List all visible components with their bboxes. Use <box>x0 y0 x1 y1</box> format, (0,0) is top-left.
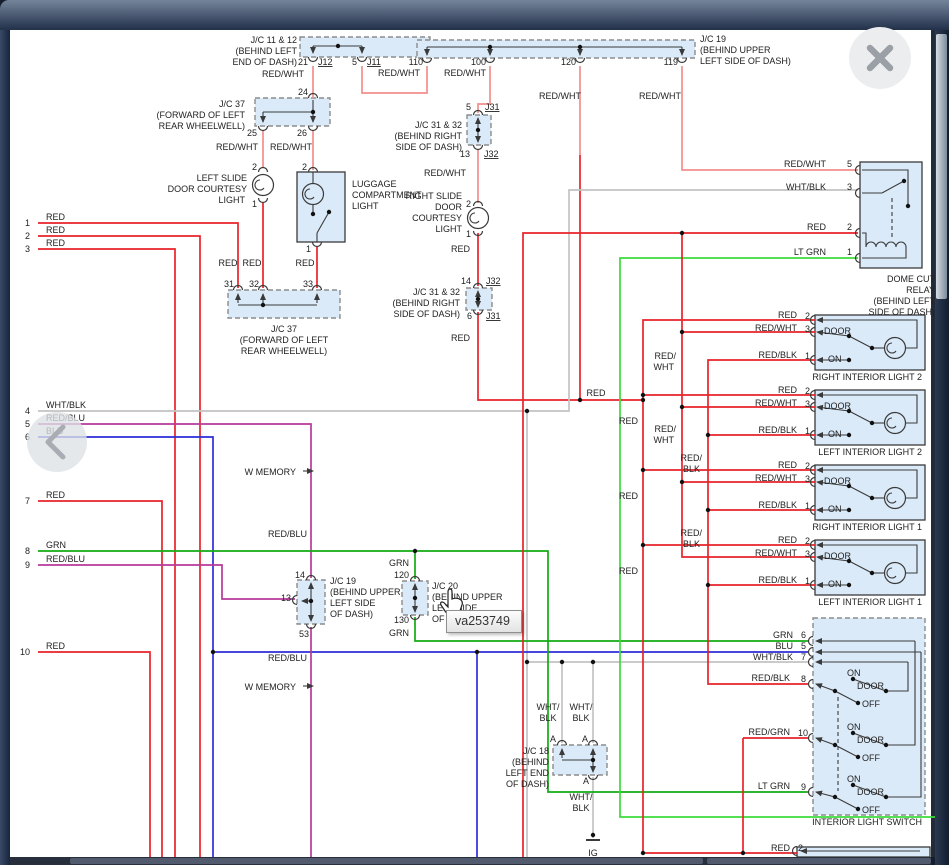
horizontal-scrollbar-thumb[interactable] <box>70 858 703 864</box>
close-button[interactable] <box>849 27 911 89</box>
vertical-scrollbar[interactable] <box>935 30 949 865</box>
window-frame-top <box>0 0 949 30</box>
horizontal-scrollbar[interactable] <box>10 857 931 865</box>
chevron-left-icon <box>45 424 66 460</box>
window-frame-left <box>0 30 10 865</box>
diagram-viewer: J/C 11 & 12 (BEHIND LEFT END OF DASH) 21 J12… <box>0 0 949 865</box>
vertical-scrollbar-thumb[interactable] <box>936 34 947 299</box>
tooltip: va253749 <box>446 610 522 633</box>
back-button[interactable] <box>27 412 87 472</box>
horizontal-scrollbar-thumb[interactable] <box>707 858 931 864</box>
diagram-canvas <box>10 30 931 857</box>
x-icon <box>866 44 894 72</box>
